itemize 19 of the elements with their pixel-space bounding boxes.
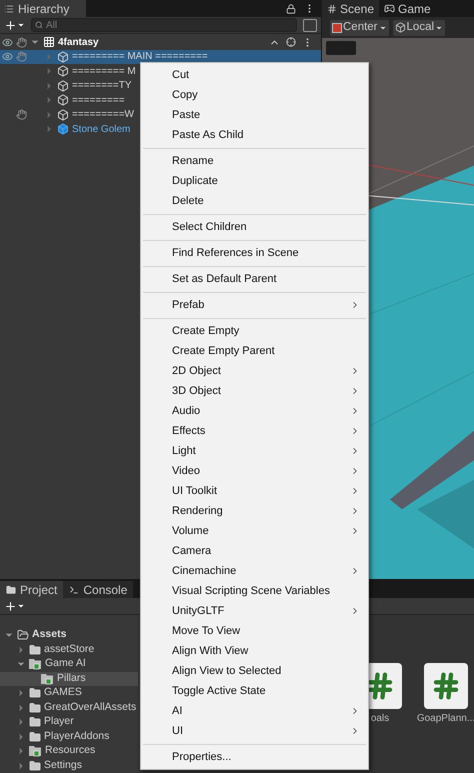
folder-label: Resources bbox=[45, 743, 96, 758]
hierarchy-item-label: ========= bbox=[72, 94, 125, 108]
hierarchy-item-label: ========= MAIN ========= bbox=[72, 50, 208, 64]
folder-label: Pillars bbox=[57, 670, 86, 686]
folder-label: Settings bbox=[44, 758, 82, 773]
file-name: oals bbox=[370, 712, 390, 726]
hierarchy-item-label: 4fantasy bbox=[58, 36, 99, 50]
folder-label: Player bbox=[44, 714, 74, 730]
folder-label: Assets bbox=[32, 627, 66, 642]
hierarchy-item-label: Stone Golem bbox=[72, 122, 130, 137]
folder-label: assetStore bbox=[44, 642, 94, 657]
folder-label: PlayerAddons bbox=[44, 728, 110, 744]
hierarchy-item-label: ========TY bbox=[72, 79, 132, 94]
folder-label: GreatOverAllAssets bbox=[44, 700, 136, 715]
file-name: GoapPlann... bbox=[416, 712, 474, 726]
folder-label: Game AI bbox=[45, 656, 86, 672]
hierarchy-item-label: =========W bbox=[72, 108, 134, 122]
hierarchy-item-label: ========= M bbox=[72, 64, 136, 79]
folder-label: GAMES bbox=[44, 685, 82, 700]
